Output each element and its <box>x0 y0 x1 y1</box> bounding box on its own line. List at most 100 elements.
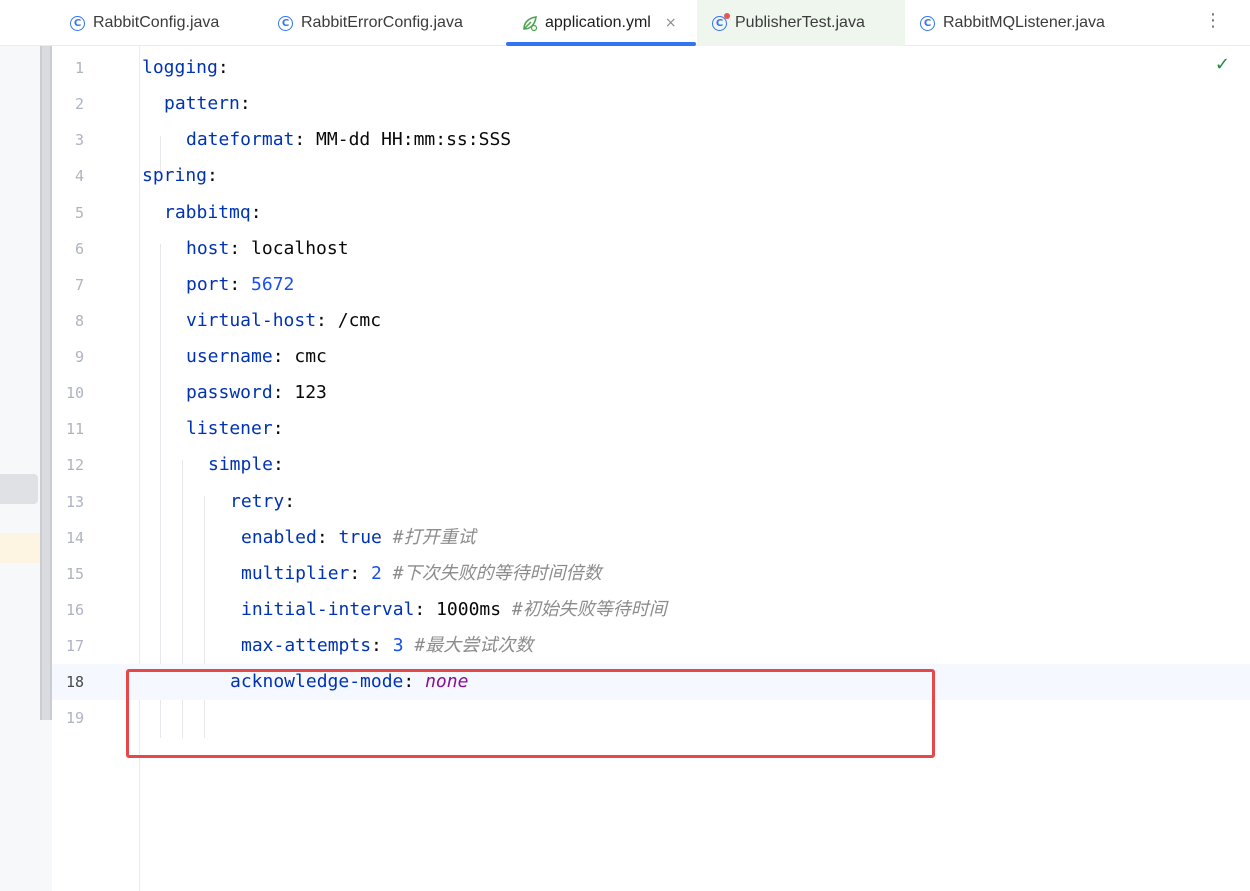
colon: : <box>229 238 241 259</box>
yaml-key: rabbitmq <box>164 202 251 223</box>
yaml-key: enabled <box>241 527 317 548</box>
tab-rabbit-config[interactable]: C RabbitConfig.java <box>70 0 270 46</box>
code-line: 13 retry: <box>52 484 1250 520</box>
yaml-value: /cmc <box>326 310 382 331</box>
yaml-comment: #下次失败的等待时间倍数 <box>381 563 602 584</box>
code-text: password: 123 <box>186 375 327 411</box>
code-text: simple: <box>208 447 284 483</box>
yaml-key: max-attempts <box>241 635 372 656</box>
colon: : <box>272 382 284 403</box>
tab-label: RabbitErrorConfig.java <box>301 14 463 31</box>
code-text: max-attempts: 3 #最大尝试次数 <box>241 628 533 664</box>
yaml-value: localhost <box>240 238 349 259</box>
yaml-key: pattern <box>164 93 240 114</box>
line-number: 3 <box>74 131 84 149</box>
code-text: initial-interval: 1000ms #初始失败等待时间 <box>241 592 667 628</box>
code-line: 17 max-attempts: 3 #最大尝试次数 <box>52 628 1250 664</box>
yaml-number: 3 <box>381 635 404 656</box>
code-text: retry: <box>230 484 295 520</box>
code-line: 10 password: 123 <box>52 375 1250 411</box>
colon: : <box>217 57 229 78</box>
code-line: 8 virtual-host: /cmc <box>52 303 1250 339</box>
code-line: 15 multiplier: 2 #下次失败的等待时间倍数 <box>52 556 1250 592</box>
tab-application-yml[interactable]: application.yml × <box>506 0 696 46</box>
line-number: 8 <box>74 312 84 330</box>
code-text: logging: <box>142 50 229 86</box>
yaml-key: listener <box>186 418 273 439</box>
line-number: 16 <box>65 601 84 619</box>
line-number: 14 <box>65 529 84 547</box>
code-text: host: localhost <box>186 231 349 267</box>
spring-leaf-icon <box>523 15 538 31</box>
code-text: rabbitmq: <box>164 195 262 231</box>
more-tabs-icon[interactable]: ⋮ <box>1204 12 1222 30</box>
colon: : <box>371 635 382 656</box>
yaml-key: virtual-host <box>186 310 317 331</box>
colon: : <box>272 346 284 367</box>
project-panel-selection[interactable] <box>0 474 38 504</box>
code-text: listener: <box>186 411 284 447</box>
tab-rabbit-error-config[interactable]: C RabbitErrorConfig.java <box>278 0 498 46</box>
colon: : <box>239 93 251 114</box>
yaml-boolean: true <box>327 527 382 548</box>
yaml-key: dateformat <box>186 129 295 150</box>
class-icon: C <box>70 15 85 31</box>
yaml-value: 1000ms <box>425 599 502 620</box>
close-icon[interactable]: × <box>665 15 677 31</box>
class-icon: C <box>920 15 935 31</box>
colon: : <box>414 599 426 620</box>
code-text: username: cmc <box>186 339 327 375</box>
line-number: 7 <box>74 276 84 294</box>
code-line: 3 dateformat: MM-dd HH:mm:ss:SSS <box>52 122 1250 158</box>
code-line: 2 pattern: <box>52 86 1250 122</box>
colon: : <box>316 310 327 331</box>
colon: : <box>316 527 328 548</box>
tab-rabbitmq-listener[interactable]: C RabbitMQListener.java <box>920 0 1140 46</box>
yaml-key: simple <box>208 454 274 475</box>
colon: : <box>272 418 284 439</box>
code-text: virtual-host: /cmc <box>186 303 381 339</box>
test-class-icon: C <box>712 12 730 31</box>
yaml-key: username <box>186 346 273 367</box>
project-panel-scrollbar[interactable] <box>40 46 52 720</box>
code-line: 5 rabbitmq: <box>52 195 1250 231</box>
line-number: 10 <box>65 384 84 402</box>
tab-label: RabbitMQListener.java <box>943 14 1105 31</box>
yaml-value: 123 <box>283 382 327 403</box>
colon: : <box>294 129 306 150</box>
yaml-key: spring <box>142 165 208 186</box>
tab-publisher-test[interactable]: C PublisherTest.java <box>697 0 905 46</box>
code-text: enabled: true #打开重试 <box>241 520 476 556</box>
scrollbar-thumb[interactable] <box>42 46 50 720</box>
line-number: 13 <box>65 493 84 511</box>
code-text: multiplier: 2 #下次失败的等待时间倍数 <box>241 556 602 592</box>
code-line: 7 port: 5672 <box>52 267 1250 303</box>
editor-tab-bar: C RabbitConfig.java C RabbitErrorConfig.… <box>0 0 1250 46</box>
line-number: 12 <box>65 456 84 474</box>
code-line: 11 listener: <box>52 411 1250 447</box>
line-number: 2 <box>74 95 84 113</box>
colon: : <box>273 454 284 475</box>
line-number: 11 <box>65 420 84 438</box>
yaml-number: 2 <box>360 563 382 584</box>
code-text: port: 5672 <box>186 267 294 303</box>
line-number: 19 <box>65 709 84 727</box>
line-number: 15 <box>65 565 84 583</box>
code-editor[interactable]: ✓ 1 logging: 2 pattern: 3 dateformat: MM… <box>52 46 1250 891</box>
code-line: 16 initial-interval: 1000ms #初始失败等待时间 <box>52 592 1250 628</box>
yaml-key: host <box>186 238 230 259</box>
class-icon: C <box>278 15 293 31</box>
tab-label: PublisherTest.java <box>735 14 865 31</box>
code-line: 9 username: cmc <box>52 339 1250 375</box>
tab-label: RabbitConfig.java <box>93 14 220 31</box>
code-text: dateformat: MM-dd HH:mm:ss:SSS <box>186 122 511 158</box>
code-line: 6 host: localhost <box>52 231 1250 267</box>
yaml-key: multiplier <box>241 563 350 584</box>
colon: : <box>229 274 241 295</box>
yaml-number: 5672 <box>240 274 295 295</box>
code-text: spring: <box>142 158 218 194</box>
highlight-annotation-box <box>126 669 935 758</box>
code-line: 14 enabled: true #打开重试 <box>52 520 1250 556</box>
colon: : <box>250 202 262 223</box>
line-number: 6 <box>74 240 84 258</box>
